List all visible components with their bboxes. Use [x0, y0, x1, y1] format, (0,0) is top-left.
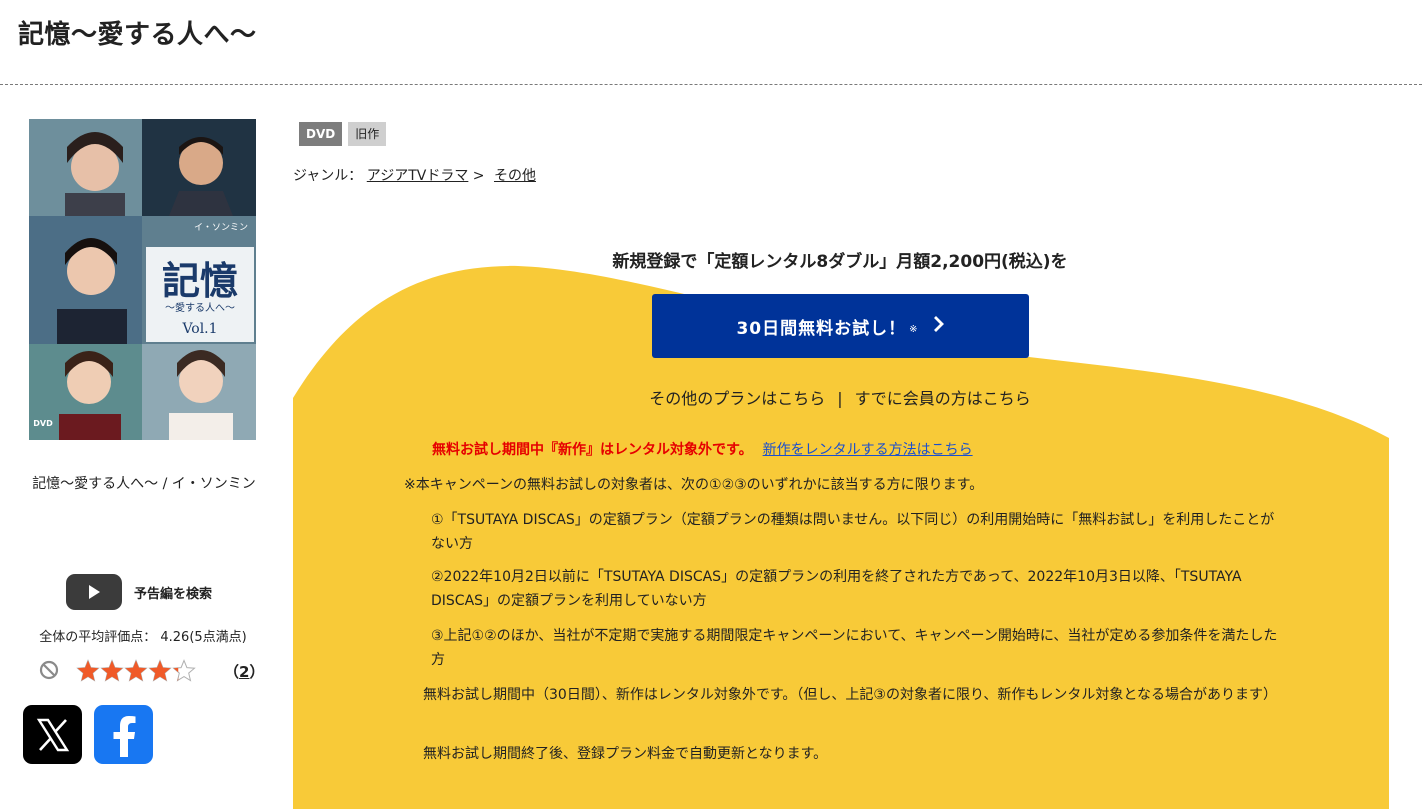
- share-x-button[interactable]: [23, 705, 82, 764]
- new-release-notice: 無料お試し期間中『新作』はレンタル対象外です。 新作をレンタルする方法はこちら: [432, 439, 973, 459]
- jacket-title-sub: ～愛する人へ～: [165, 301, 235, 314]
- page-title: 記憶～愛する人へ～: [18, 20, 257, 50]
- condition-item-2: ②2022年10月2日以前に「TSUTAYA DISCAS」の定額プランの利用を…: [431, 569, 1242, 609]
- badge-old-release: 旧作: [348, 122, 387, 146]
- genre-link-asia-tv-drama[interactable]: アジアTVドラマ: [367, 168, 469, 184]
- jacket-title-main: 記憶: [162, 258, 238, 303]
- genre-link-other[interactable]: その他: [494, 168, 536, 184]
- trailer-search-button[interactable]: 予告編を検索: [66, 574, 212, 610]
- genre-breadcrumb: ジャンル： アジアTVドラマ > その他: [293, 165, 536, 185]
- free-trial-note-mark: ※: [909, 323, 919, 335]
- rating-star-icon: [76, 659, 100, 682]
- trailer-search-label: 予告編を検索: [134, 586, 213, 602]
- rating-star-icon: [148, 659, 172, 682]
- plan-links-separator: |: [837, 389, 843, 408]
- format-badges: DVD 旧作: [299, 122, 387, 146]
- rating-star-icon: [100, 659, 124, 682]
- no-rating-icon[interactable]: [39, 660, 59, 684]
- jacket-dvd-mark: DVD: [33, 419, 53, 428]
- new-release-warning: 無料お試し期間中『新作』はレンタル対象外です。: [432, 442, 753, 458]
- genre-separator: >: [472, 168, 485, 184]
- conditions-intro: ※本キャンペーンの無料お試しの対象者は、次の①②③のいずれかに該当する方に限りま…: [404, 477, 984, 493]
- youtube-play-icon: [66, 574, 122, 610]
- item-title-caption: 記憶～愛する人へ～ / イ・ソンミン: [32, 476, 256, 492]
- rating-star-icon: [172, 659, 196, 682]
- facebook-logo-icon: [113, 715, 135, 757]
- condition-item-3: ③上記①②のほか、当社が不定期で実施する期間限定キャンペーンにおいて、キャンペー…: [431, 628, 1278, 668]
- trial-new-release-note: 無料お試し期間中（30日間）、新作はレンタル対象外です。（但し、上記③の対象者に…: [423, 687, 1277, 703]
- free-trial-label: 30日間無料お試し！: [736, 318, 907, 339]
- share-facebook-button[interactable]: [94, 705, 153, 764]
- badge-dvd: DVD: [299, 122, 343, 146]
- chevron-right-icon: [933, 315, 945, 338]
- rating-star-icon: [124, 659, 148, 682]
- x-logo-icon: [36, 718, 69, 751]
- jacket-volume: Vol.1: [181, 321, 217, 337]
- member-login-link[interactable]: すでに会員の方はこちら: [855, 389, 1031, 408]
- rating-stars: [76, 659, 196, 683]
- dvd-jacket-image[interactable]: イ・ソンミン 記憶 ～愛する人へ～ Vol.1 DVD: [29, 119, 256, 440]
- average-rating-text: 全体の平均評価点： 4.26(5点満点): [39, 630, 247, 645]
- condition-item-1: ①「TSUTAYA DISCAS」の定額プラン（定額プランの種類は問いません。以…: [431, 512, 1275, 552]
- review-count-link[interactable]: （2）: [224, 661, 264, 682]
- auto-renew-note: 無料お試し期間終了後、登録プラン料金で自動更新となります。: [423, 746, 828, 762]
- plan-links: その他のプランはこちら | すでに会員の方はこちら: [540, 385, 1140, 409]
- free-trial-button[interactable]: 30日間無料お試し！ ※: [652, 294, 1029, 358]
- genre-label: ジャンル：: [293, 168, 363, 184]
- jacket-actor-name: イ・ソンミン: [194, 223, 248, 233]
- campaign-headline: 新規登録で「定額レンタル8ダブル」月額2,200円(税込)を: [612, 252, 1068, 272]
- other-plans-link[interactable]: その他のプランはこちら: [649, 389, 825, 408]
- title-divider: [0, 84, 1422, 85]
- new-release-rental-link[interactable]: 新作をレンタルする方法はこちら: [763, 442, 973, 458]
- rating-row: （2）: [38, 658, 264, 684]
